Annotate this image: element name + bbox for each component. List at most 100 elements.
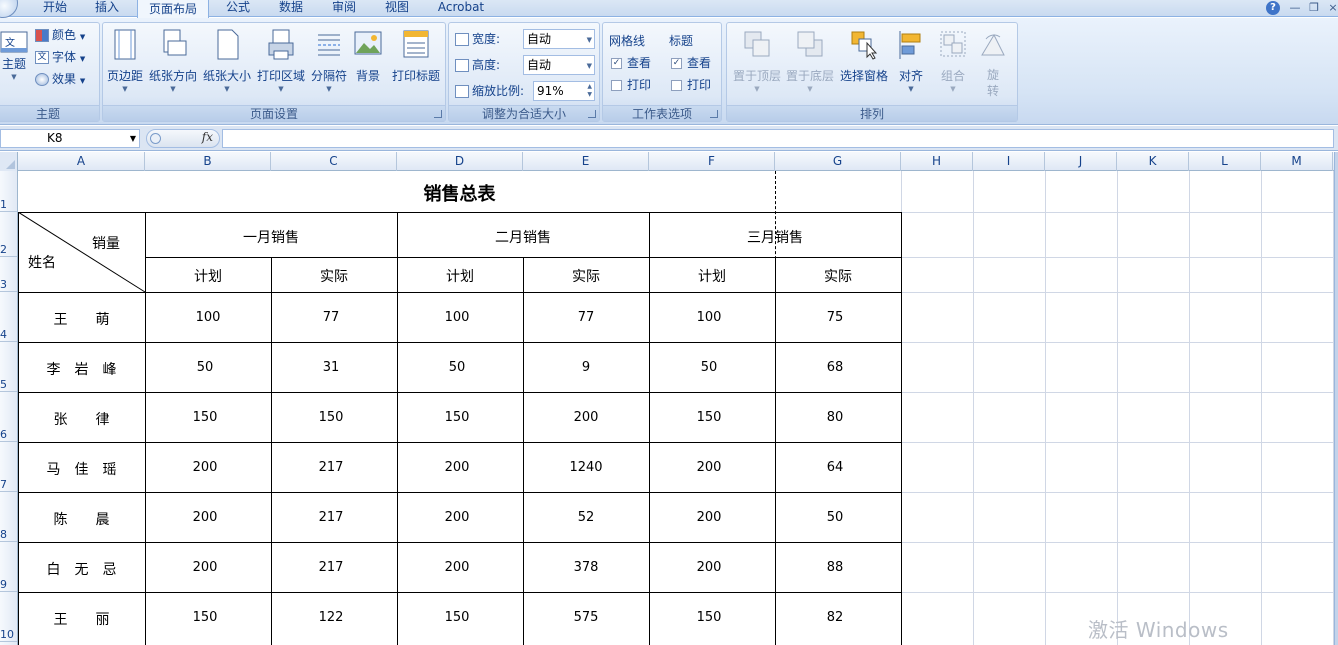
worksheet-grid[interactable]: 销售总表 销量 姓名 一月销售 二月销售 三月销售 计划 实际 计划 实际 计划…	[18, 171, 1338, 645]
row-header-5[interactable]: 5	[0, 342, 17, 392]
value-cell[interactable]: 200	[145, 510, 265, 525]
value-cell[interactable]: 1240	[523, 460, 649, 475]
name-box[interactable]: K8 ▼	[0, 129, 140, 148]
value-cell[interactable]: 9	[523, 360, 649, 375]
value-cell[interactable]: 31	[271, 360, 391, 375]
row-header-10[interactable]: 10	[0, 592, 17, 642]
value-cell[interactable]: 64	[775, 460, 895, 475]
name-cell[interactable]: 白 无 忌	[18, 559, 145, 579]
headings-print-checkbox[interactable]: 打印	[671, 75, 711, 95]
select-all-button[interactable]	[0, 152, 18, 171]
spin-down-icon[interactable]: ▼	[587, 91, 592, 99]
help-icon[interactable]: ?	[1266, 1, 1280, 15]
value-cell[interactable]: 52	[523, 510, 649, 525]
value-cell[interactable]: 122	[271, 610, 391, 625]
row-header-4[interactable]: 4	[0, 292, 17, 342]
value-cell[interactable]: 100	[397, 310, 517, 325]
column-header-f[interactable]: F	[649, 152, 775, 171]
name-cell[interactable]: 张 律	[18, 409, 145, 429]
selection-pane-button[interactable]: 选择窗格	[837, 25, 891, 103]
theme-fonts-button[interactable]: 文字体 ▼	[35, 47, 85, 67]
name-cell[interactable]: 王 丽	[18, 609, 145, 629]
row-header-6[interactable]: 6	[0, 392, 17, 442]
tab-acrobat[interactable]: Acrobat	[430, 0, 492, 17]
breaks-button[interactable]: 分隔符 ▼	[309, 25, 349, 103]
value-cell[interactable]: 200	[145, 560, 265, 575]
column-header-h[interactable]: H	[901, 152, 973, 171]
theme-effects-button[interactable]: 效果 ▼	[35, 69, 85, 89]
expand-icon[interactable]	[150, 133, 161, 144]
themes-button[interactable]: 文 主题 ▼	[0, 25, 31, 103]
headings-view-checkbox[interactable]: ✓ 查看	[671, 53, 711, 73]
tab-formulas[interactable]: 公式	[218, 0, 258, 17]
height-select[interactable]: 自动 ▼	[523, 55, 595, 75]
row-header-8[interactable]: 8	[0, 492, 17, 542]
value-cell[interactable]: 150	[649, 410, 769, 425]
close-icon[interactable]: ×	[1326, 1, 1338, 15]
name-cell[interactable]: 李 岩 峰	[18, 359, 145, 379]
value-cell[interactable]: 82	[775, 610, 895, 625]
value-cell[interactable]: 378	[523, 560, 649, 575]
value-cell[interactable]: 88	[775, 560, 895, 575]
value-cell[interactable]: 217	[271, 510, 391, 525]
value-cell[interactable]: 77	[523, 310, 649, 325]
formula-input[interactable]	[222, 129, 1334, 148]
value-cell[interactable]: 100	[649, 310, 769, 325]
row-header-7[interactable]: 7	[0, 442, 17, 492]
value-cell[interactable]: 150	[145, 610, 265, 625]
vertical-scrollbar[interactable]	[1334, 152, 1338, 645]
name-cell[interactable]: 王 萌	[18, 309, 145, 329]
name-cell[interactable]: 陈 晨	[18, 509, 145, 529]
spin-up-icon[interactable]: ▲	[587, 83, 592, 91]
dialog-launcher-icon[interactable]	[588, 110, 596, 118]
value-cell[interactable]: 68	[775, 360, 895, 375]
value-cell[interactable]: 200	[397, 510, 517, 525]
value-cell[interactable]: 50	[649, 360, 769, 375]
value-cell[interactable]: 100	[145, 310, 271, 325]
value-cell[interactable]: 200	[397, 560, 517, 575]
scale-stepper[interactable]: 91% ▲ ▼	[533, 81, 595, 101]
value-cell[interactable]: 200	[523, 410, 649, 425]
column-header-k[interactable]: K	[1117, 152, 1189, 171]
bring-to-front-button[interactable]: 置于顶层 ▼	[731, 25, 783, 103]
value-cell[interactable]: 217	[271, 460, 391, 475]
tab-page-layout[interactable]: 页面布局	[137, 0, 209, 18]
column-header-g[interactable]: G	[775, 152, 901, 171]
value-cell[interactable]: 200	[145, 460, 265, 475]
column-header-m[interactable]: M	[1261, 152, 1333, 171]
width-select[interactable]: 自动 ▼	[523, 29, 595, 49]
align-button[interactable]: 对齐 ▼	[891, 25, 931, 103]
row-header-1[interactable]: 1	[0, 171, 17, 212]
column-header-j[interactable]: J	[1045, 152, 1117, 171]
gridlines-view-checkbox[interactable]: ✓ 查看	[611, 53, 651, 73]
print-area-button[interactable]: 打印区域 ▼	[255, 25, 307, 103]
column-header-a[interactable]: A	[18, 152, 145, 171]
value-cell[interactable]: 200	[649, 460, 769, 475]
rotate-button[interactable]: 旋转	[975, 25, 1011, 103]
value-cell[interactable]: 150	[397, 410, 517, 425]
row-header-3[interactable]: 3	[0, 257, 17, 292]
column-header-b[interactable]: B	[145, 152, 271, 171]
tab-home[interactable]: 开始	[34, 0, 76, 17]
dialog-launcher-icon[interactable]	[710, 110, 718, 118]
tab-view[interactable]: 视图	[377, 0, 417, 17]
value-cell[interactable]: 217	[271, 560, 391, 575]
name-cell[interactable]: 马 佳 瑶	[18, 459, 145, 479]
column-header-e[interactable]: E	[523, 152, 649, 171]
value-cell[interactable]: 150	[397, 610, 517, 625]
value-cell[interactable]: 150	[271, 410, 391, 425]
value-cell[interactable]: 50	[397, 360, 517, 375]
value-cell[interactable]: 200	[649, 560, 769, 575]
value-cell[interactable]: 200	[649, 510, 769, 525]
print-titles-button[interactable]: 打印标题	[389, 25, 443, 103]
paper-size-button[interactable]: 纸张大小 ▼	[201, 25, 253, 103]
background-button[interactable]: 背景	[351, 25, 385, 103]
column-header-d[interactable]: D	[397, 152, 523, 171]
value-cell[interactable]: 80	[775, 410, 895, 425]
function-icon[interactable]: fx	[202, 130, 213, 144]
orientation-button[interactable]: 纸张方向 ▼	[147, 25, 199, 103]
value-cell[interactable]: 77	[271, 310, 391, 325]
minimize-icon[interactable]: —	[1288, 1, 1302, 15]
chevron-down-icon[interactable]: ▼	[130, 130, 136, 147]
value-cell[interactable]: 200	[397, 460, 517, 475]
